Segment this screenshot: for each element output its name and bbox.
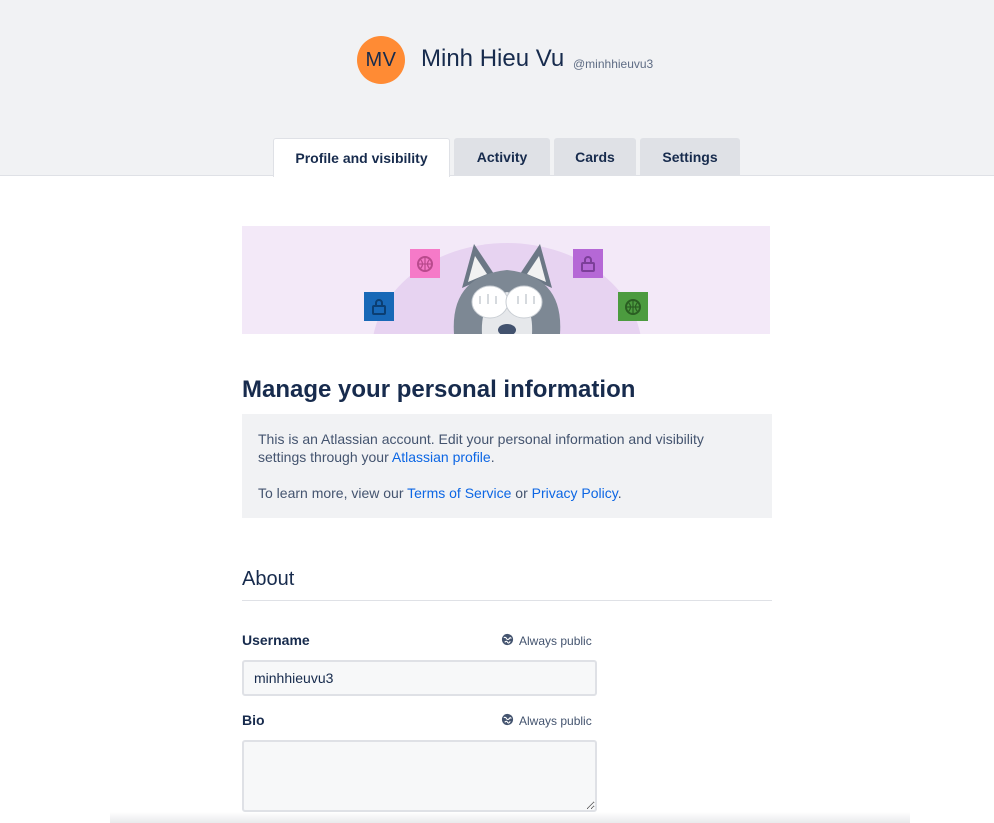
username-label: Username — [242, 632, 310, 648]
info-text: . — [490, 449, 495, 465]
atlassian-profile-link[interactable]: Atlassian profile — [392, 449, 491, 465]
lock-icon — [573, 249, 603, 278]
about-section-title: About — [242, 568, 295, 590]
bio-visibility: Always public — [501, 713, 592, 729]
username-input[interactable] — [242, 660, 597, 696]
basketball-icon — [410, 249, 440, 278]
husky-illustration — [373, 243, 641, 334]
profile-header: MV Minh Hieu Vu @minhhieuvu3 Profile and… — [0, 0, 994, 177]
privacy-banner-illustration — [242, 226, 770, 334]
basketball-icon — [618, 292, 648, 321]
page-heading: Manage your personal information — [242, 376, 636, 403]
username-visibility: Always public — [501, 633, 592, 649]
terms-of-service-link[interactable]: Terms of Service — [407, 485, 511, 501]
tab-activity[interactable]: Activity — [454, 138, 550, 176]
footer-shadow — [110, 812, 910, 823]
avatar[interactable]: MV — [357, 36, 405, 84]
info-text: To learn more, view our — [258, 485, 408, 501]
privacy-policy-link[interactable]: Privacy Policy — [532, 485, 618, 501]
tab-cards[interactable]: Cards — [554, 138, 636, 176]
tab-settings[interactable]: Settings — [640, 138, 740, 176]
atlassian-account-info-panel: This is an Atlassian account. Edit your … — [242, 414, 772, 518]
visibility-text: Always public — [519, 634, 592, 648]
profile-full-name: Minh Hieu Vu — [421, 45, 565, 72]
globe-icon — [501, 713, 514, 729]
visibility-text: Always public — [519, 714, 592, 728]
info-text: or — [511, 485, 532, 501]
lock-icon — [364, 292, 394, 321]
info-line-2: To learn more, view our Terms of Service… — [258, 484, 756, 502]
bio-textarea[interactable] — [242, 740, 597, 812]
globe-icon — [501, 633, 514, 649]
tab-profile-and-visibility[interactable]: Profile and visibility — [273, 138, 450, 177]
profile-handle: @minhhieuvu3 — [573, 57, 654, 71]
bio-label: Bio — [242, 712, 265, 728]
info-text: . — [617, 485, 622, 501]
info-line-1: This is an Atlassian account. Edit your … — [258, 430, 756, 466]
section-divider — [242, 600, 772, 601]
